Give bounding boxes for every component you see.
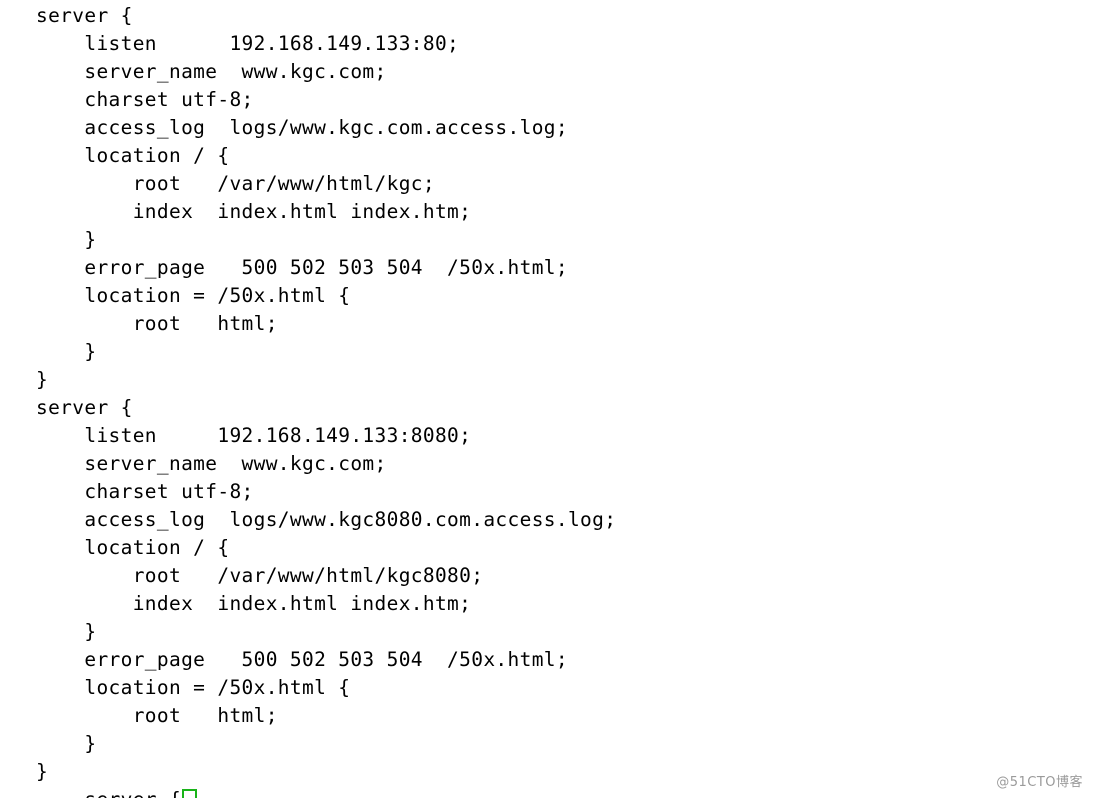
code-line: } xyxy=(36,368,49,391)
code-line: listen 192.168.149.133:8080; xyxy=(36,424,472,447)
code-line: server_name www.kgc.com; xyxy=(36,60,387,83)
code-line: location = /50x.html { xyxy=(36,676,351,699)
code-line: server_name www.kgc.com; xyxy=(36,452,387,475)
code-line: } xyxy=(36,760,49,783)
code-line: location = /50x.html { xyxy=(36,284,351,307)
nginx-config-code-block[interactable]: server { listen 192.168.149.133:80; serv… xyxy=(36,2,616,798)
code-line: } xyxy=(36,228,97,251)
code-line: listen 192.168.149.133:80; xyxy=(36,32,460,55)
code-line: index index.html index.htm; xyxy=(36,592,472,615)
code-line: access_log logs/www.kgc.com.access.log; xyxy=(36,116,568,139)
code-line: } xyxy=(36,732,97,755)
code-line: root /var/www/html/kgc8080; xyxy=(36,564,484,587)
code-line-clipped: server { xyxy=(36,786,616,798)
code-line: location / { xyxy=(36,536,230,559)
code-line: location / { xyxy=(36,144,230,167)
code-line: charset utf-8; xyxy=(36,88,254,111)
text-cursor xyxy=(182,789,198,798)
watermark: @51CTO博客 xyxy=(996,775,1083,790)
code-line: root html; xyxy=(36,704,278,727)
code-line: charset utf-8; xyxy=(36,480,254,503)
code-line: root /var/www/html/kgc; xyxy=(36,172,435,195)
code-line: server { xyxy=(36,396,133,419)
code-line: error_page 500 502 503 504 /50x.html; xyxy=(36,256,568,279)
code-line: root html; xyxy=(36,312,278,335)
code-viewer: server { listen 192.168.149.133:80; serv… xyxy=(0,0,1095,798)
code-line: error_page 500 502 503 504 /50x.html; xyxy=(36,648,568,671)
code-line: access_log logs/www.kgc8080.com.access.l… xyxy=(36,508,617,531)
code-line: } xyxy=(36,620,97,643)
code-line-text: server { xyxy=(36,788,181,798)
code-line: server { xyxy=(36,4,133,27)
code-line: } xyxy=(36,340,97,363)
code-line: index index.html index.htm; xyxy=(36,200,472,223)
